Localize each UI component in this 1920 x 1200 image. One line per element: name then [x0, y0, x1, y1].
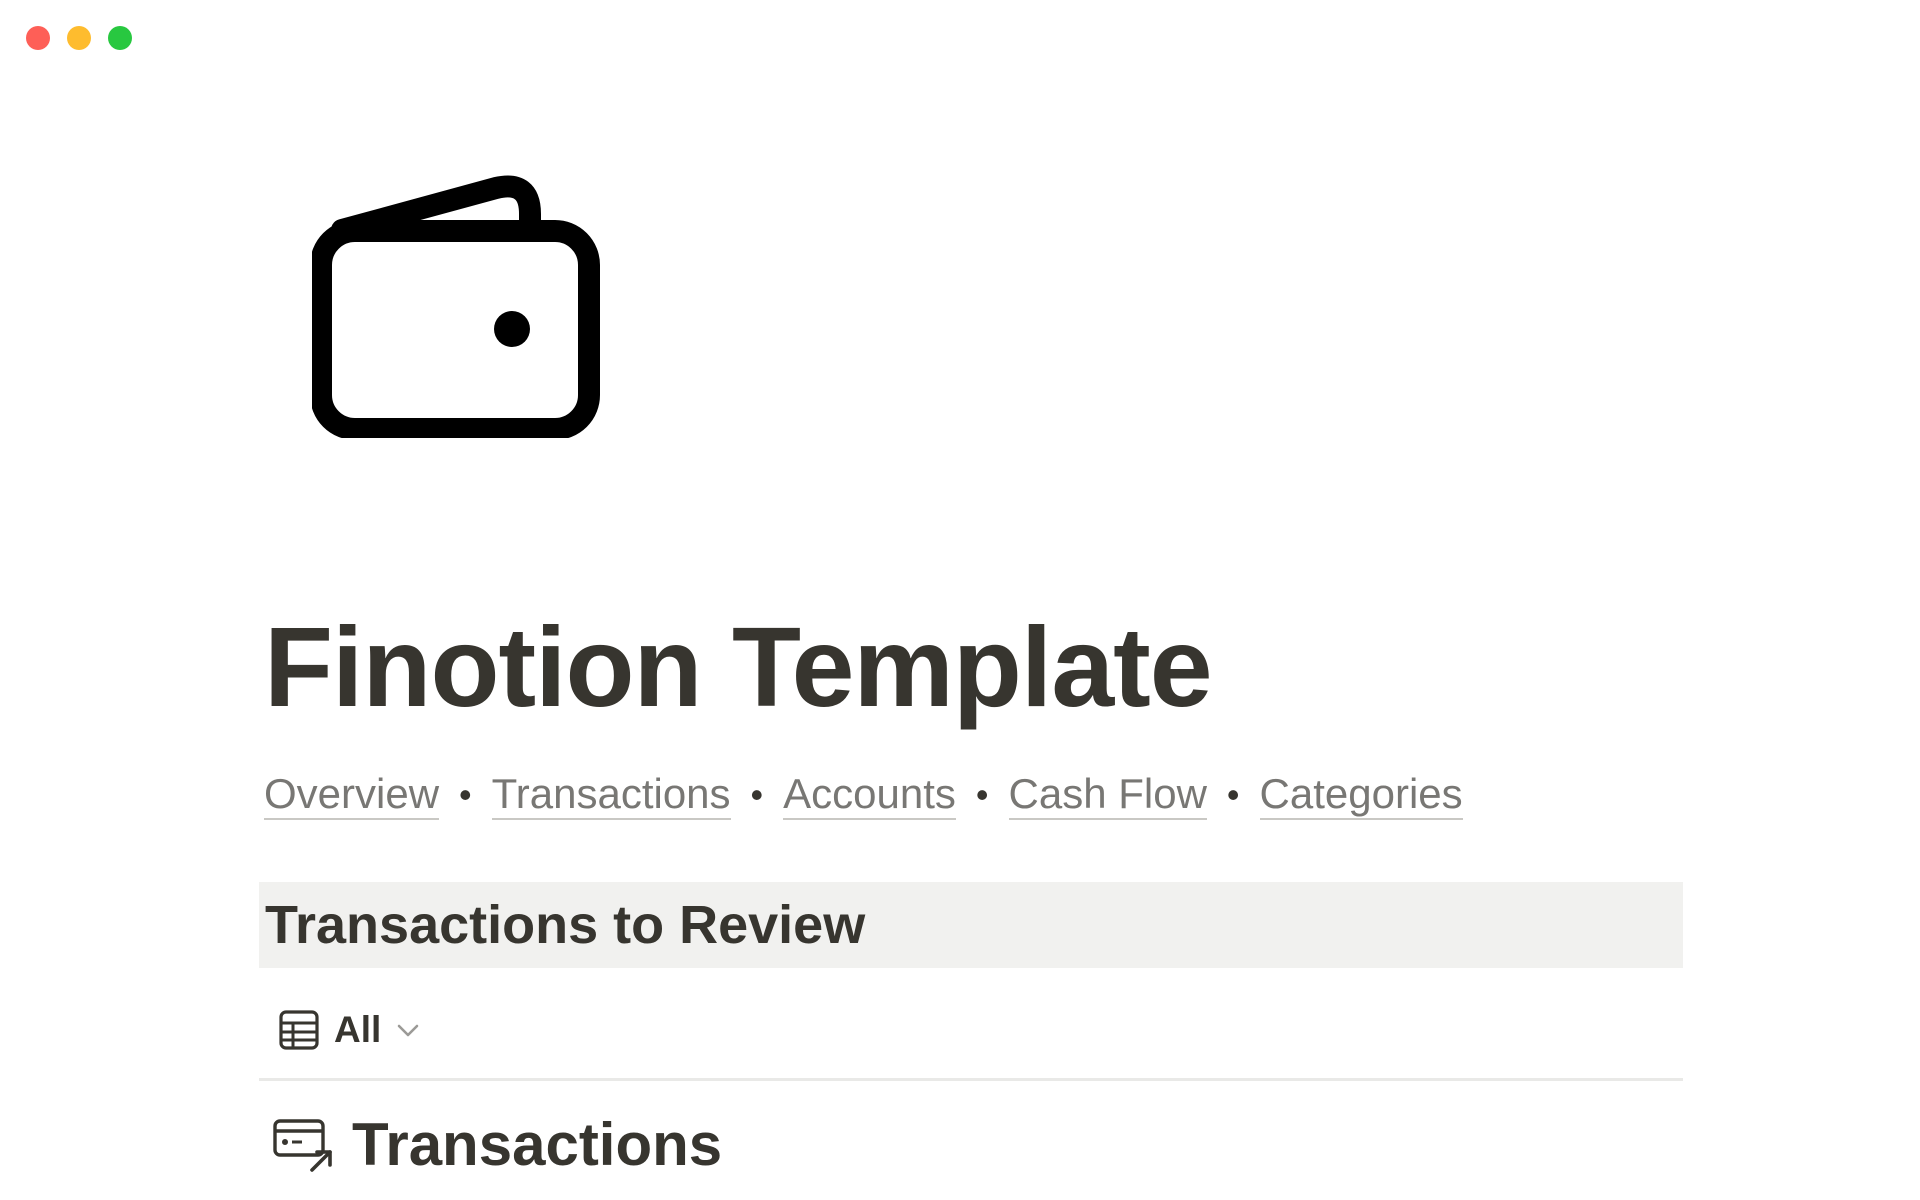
page-nav-links: Overview • Transactions • Accounts • Cas…	[264, 770, 1463, 821]
nav-link-overview[interactable]: Overview	[264, 770, 440, 821]
window-controls	[26, 26, 132, 50]
table-icon	[278, 1009, 320, 1051]
nav-separator: •	[1226, 774, 1240, 816]
minimize-window-button[interactable]	[67, 26, 91, 50]
nav-link-accounts[interactable]: Accounts	[783, 770, 956, 821]
view-tab-label: All	[334, 1009, 382, 1050]
nav-link-transactions[interactable]: Transactions	[491, 770, 731, 821]
wallet-icon[interactable]	[312, 168, 602, 438]
app-window: Finotion Template Overview • Transaction…	[0, 0, 1920, 1200]
nav-separator: •	[750, 774, 764, 816]
linked-database-name: Transactions	[352, 1111, 723, 1178]
section-heading-block[interactable]: Transactions to Review	[259, 882, 1683, 968]
view-tab-all[interactable]: All	[278, 1002, 421, 1058]
linked-database-title[interactable]: Transactions	[272, 1110, 722, 1179]
nav-separator: •	[975, 774, 989, 816]
nav-link-categories[interactable]: Categories	[1259, 770, 1463, 821]
close-window-button[interactable]	[26, 26, 50, 50]
section-heading: Transactions to Review	[265, 895, 866, 955]
view-divider	[259, 1078, 1683, 1081]
zoom-window-button[interactable]	[108, 26, 132, 50]
nav-separator: •	[459, 774, 472, 816]
page-title[interactable]: Finotion Template	[264, 600, 1213, 736]
chevron-down-icon[interactable]	[395, 1017, 421, 1043]
linked-database-icon	[272, 1116, 334, 1174]
nav-link-cash-flow[interactable]: Cash Flow	[1008, 770, 1207, 821]
